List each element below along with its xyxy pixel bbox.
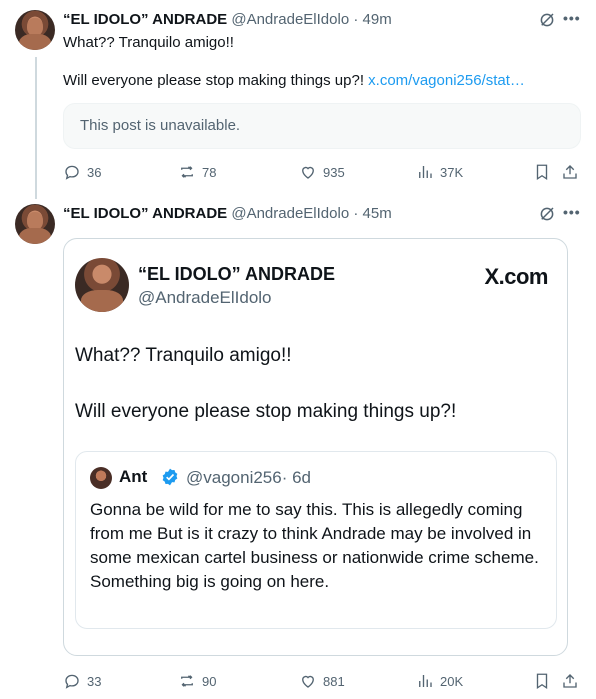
author-name[interactable]: “EL IDOLO” ANDRADE bbox=[63, 205, 227, 222]
tweet-link[interactable]: x.com/vagoni256/stat… bbox=[368, 72, 525, 89]
timestamp[interactable]: · 49m bbox=[353, 11, 391, 28]
bookmark-icon[interactable] bbox=[533, 671, 551, 691]
grok-icon[interactable] bbox=[538, 11, 556, 29]
card-text-line1: What?? Tranquilo amigo!! bbox=[75, 345, 292, 366]
card-avatar bbox=[75, 258, 129, 312]
thread-line bbox=[35, 57, 37, 199]
like-icon bbox=[302, 166, 314, 179]
reply-icon bbox=[65, 165, 79, 180]
quoted-avatar bbox=[90, 467, 112, 489]
repost-count: 90 bbox=[202, 673, 217, 689]
unavailable-text: This post is unavailable. bbox=[80, 117, 241, 134]
card-author-name: “EL IDOLO” ANDRADE bbox=[138, 264, 336, 284]
views-icon bbox=[419, 166, 432, 178]
x-logo: X.com bbox=[484, 264, 548, 289]
avatar[interactable] bbox=[15, 10, 55, 50]
tweet-text-line1: What?? Tranquilo amigo!! bbox=[63, 34, 234, 51]
repost-button[interactable]: 78 bbox=[178, 162, 216, 182]
author-handle[interactable]: @AndradeElIdolo bbox=[231, 205, 349, 222]
reply-count: 33 bbox=[87, 673, 102, 689]
repost-count: 78 bbox=[202, 164, 217, 180]
unavailable-quote: This post is unavailable. bbox=[63, 103, 581, 149]
tweet-text-line2: Will everyone please stop making things … bbox=[63, 71, 525, 91]
like-count: 935 bbox=[323, 164, 345, 180]
views-icon bbox=[419, 675, 432, 687]
repost-icon bbox=[181, 166, 193, 178]
verified-icon bbox=[162, 468, 178, 486]
reply-button[interactable]: 36 bbox=[63, 162, 101, 182]
action-bar: 36 78 935 37K bbox=[63, 162, 583, 182]
more-icon[interactable]: ••• bbox=[563, 204, 581, 220]
reply-count: 36 bbox=[87, 164, 102, 180]
like-button[interactable]: 881 bbox=[299, 671, 345, 691]
quoted-timestamp: · 6d bbox=[281, 468, 312, 487]
action-bar: 33 90 881 20K bbox=[63, 671, 583, 691]
reply-icon bbox=[65, 674, 79, 689]
more-icon[interactable]: ••• bbox=[563, 10, 581, 26]
quoted-author-handle: @vagoni256· 6d bbox=[186, 468, 312, 487]
like-icon bbox=[302, 675, 314, 688]
views-button[interactable]: 37K bbox=[416, 162, 463, 182]
tweet-header: “EL IDOLO” ANDRADE @AndradeElIdolo · 45m bbox=[63, 205, 392, 222]
views-count: 20K bbox=[440, 673, 464, 689]
like-button[interactable]: 935 bbox=[299, 162, 345, 182]
quoted-post: Ant @vagoni256· 6d Gonna be wild for me … bbox=[75, 451, 557, 629]
views-button[interactable]: 20K bbox=[416, 671, 463, 691]
timestamp[interactable]: · 45m bbox=[353, 205, 391, 222]
author-name[interactable]: “EL IDOLO” ANDRADE bbox=[63, 11, 227, 28]
embedded-post-card[interactable]: “EL IDOLO” ANDRADE @AndradeElIdolo X.com… bbox=[63, 238, 568, 656]
tweet-header: “EL IDOLO” ANDRADE @AndradeElIdolo · 49m bbox=[63, 11, 392, 28]
reply-button[interactable]: 33 bbox=[63, 671, 101, 691]
avatar[interactable] bbox=[15, 204, 55, 244]
views-count: 37K bbox=[440, 164, 464, 180]
bookmark-icon[interactable] bbox=[533, 162, 551, 182]
repost-icon bbox=[181, 675, 193, 687]
share-icon[interactable] bbox=[561, 671, 579, 691]
quoted-author-name: Ant bbox=[119, 467, 148, 486]
grok-icon[interactable] bbox=[538, 205, 556, 223]
quoted-text: Gonna be wild for me to say this. This i… bbox=[90, 500, 539, 591]
author-handle[interactable]: @AndradeElIdolo bbox=[231, 11, 349, 28]
card-text-line2: Will everyone please stop making things … bbox=[75, 401, 457, 422]
card-author-handle: @AndradeElIdolo bbox=[138, 288, 272, 307]
like-count: 881 bbox=[323, 673, 345, 689]
share-icon[interactable] bbox=[561, 162, 579, 182]
repost-button[interactable]: 90 bbox=[178, 671, 216, 691]
tweet-text: Will everyone please stop making things … bbox=[63, 72, 364, 89]
